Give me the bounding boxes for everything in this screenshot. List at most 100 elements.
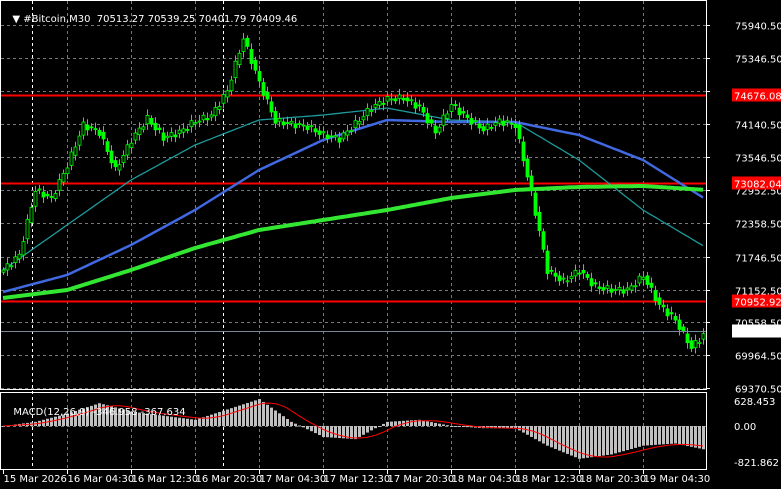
candle-body (445, 113, 450, 119)
candle-body (617, 287, 622, 291)
candle-body (169, 132, 174, 137)
x-tick-label: 16 Mar 12:30 (132, 474, 199, 485)
candle-body (329, 135, 334, 138)
candle-body (421, 106, 426, 113)
macd-bar (246, 402, 249, 426)
macd-bar (674, 426, 677, 444)
macd-bar (338, 426, 341, 439)
candle-body (357, 120, 362, 125)
macd-bar (54, 416, 57, 426)
candle-body (577, 272, 582, 275)
candle-body (653, 290, 658, 302)
x-tick-label: 16 Mar 20:30 (196, 474, 263, 485)
candle-body (609, 288, 614, 293)
candle-body (105, 141, 110, 152)
macd-bar (230, 408, 233, 426)
macd-bar (454, 426, 457, 427)
macd-bar (218, 412, 221, 426)
candle-body (689, 340, 694, 349)
candle-body (45, 193, 50, 197)
candle-body (317, 130, 322, 135)
candle-body (485, 123, 490, 130)
candle-body (49, 195, 54, 198)
macd-bar (330, 426, 333, 438)
candle-body (261, 82, 266, 96)
candle-body (681, 326, 686, 331)
macd-bar (194, 419, 197, 426)
macd-bar (366, 426, 369, 433)
y-tick-label: 72358.50 (735, 220, 781, 231)
candle-body (333, 135, 338, 138)
candle-body (57, 179, 62, 191)
macd-bar (270, 407, 273, 426)
candle-body (401, 97, 406, 101)
candle-body (573, 269, 578, 277)
macd-bar (434, 422, 437, 426)
macd-bar (314, 426, 317, 434)
candle-body (133, 132, 138, 141)
macd-bar (658, 426, 661, 445)
x-tick-label: 19 Mar 04:30 (644, 474, 711, 485)
level-price-label: 70952.92 (734, 298, 781, 309)
macd-bar (174, 417, 177, 426)
macd-bar (222, 410, 225, 426)
candle-body (73, 146, 78, 156)
macd-main-value: -346.958 (92, 407, 138, 418)
candle-body (245, 37, 250, 47)
candle-body (149, 118, 154, 125)
candle-body (353, 120, 358, 129)
candle-body (197, 120, 202, 123)
candle-body (141, 126, 146, 130)
moving-averages (2, 107, 704, 300)
candle-body (173, 134, 178, 138)
macd-bar (570, 426, 573, 456)
candle-body (365, 108, 370, 117)
macd-bar (242, 404, 245, 426)
candle-body (513, 123, 518, 129)
chart-header: ▼ #Bitcoin,M30 70513.27 70539.25 70401.7… (6, 3, 297, 25)
candle-body (601, 287, 606, 291)
candle-body (441, 114, 446, 126)
candle-body (337, 137, 342, 143)
candle-body (41, 191, 46, 198)
candle-body (597, 286, 602, 289)
candle-body (305, 125, 310, 131)
candle-body (145, 115, 150, 125)
candle-body (125, 144, 130, 156)
candle-body (385, 96, 390, 102)
candle-body (633, 285, 638, 288)
macd-axis-label: -821.862 (734, 458, 779, 469)
candle-body (625, 287, 630, 291)
macd-bar (466, 426, 469, 428)
macd-bar (446, 425, 449, 427)
macd-bar (386, 421, 389, 426)
macd-bar (334, 426, 337, 438)
candle-body (193, 122, 198, 125)
x-tick-label: 17 Mar 20:30 (388, 474, 455, 485)
macd-bar (238, 405, 241, 426)
macd-bar (258, 399, 261, 426)
candle-body (177, 129, 182, 134)
y-tick-label: 69370.50 (735, 385, 781, 396)
y-tick-label: 75346.50 (735, 55, 781, 66)
candle-body (533, 192, 538, 216)
candle-body (109, 150, 114, 164)
candle-body (253, 59, 258, 71)
candle-body (521, 141, 526, 162)
collapse-triangle-icon[interactable]: ▼ (12, 14, 23, 25)
candle-body (361, 116, 366, 121)
macd-bar (186, 418, 189, 426)
candle-body (5, 263, 10, 271)
candle-body (469, 118, 474, 125)
candle-body (37, 188, 42, 191)
candle-body (309, 125, 314, 128)
macd-bar (262, 401, 265, 426)
macd-bar (562, 426, 565, 453)
candle-body (121, 154, 126, 163)
candle-body (349, 129, 354, 132)
candle-body (657, 297, 662, 305)
candle-body (509, 122, 514, 125)
candle-body (153, 122, 158, 131)
macd-bar (554, 426, 557, 449)
candle-body (9, 265, 14, 268)
